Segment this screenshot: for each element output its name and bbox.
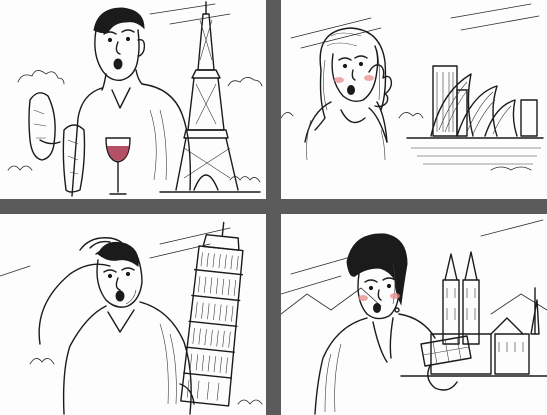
panel-sydney — [281, 0, 547, 199]
cloud — [227, 77, 263, 87]
woman-figure — [314, 233, 472, 415]
eiffel-tower — [159, 1, 261, 193]
panel-pisa — [0, 214, 266, 415]
wine-glass-icon — [105, 137, 131, 195]
baguette — [28, 92, 56, 161]
skyline — [432, 65, 538, 137]
woman-figure — [304, 27, 393, 161]
panel-paris — [0, 0, 266, 199]
hand — [368, 64, 393, 108]
man-figure — [38, 237, 195, 415]
sydney-illustration — [281, 3, 544, 171]
storyboard-grid — [0, 0, 547, 415]
sydney-opera-house — [406, 73, 544, 165]
man-figure — [28, 7, 191, 197]
mountains — [281, 287, 382, 315]
zurich-illustration — [281, 219, 547, 415]
cloud — [17, 70, 65, 85]
pisa-illustration — [0, 221, 263, 415]
panel-zurich — [281, 214, 547, 415]
paris-illustration — [7, 1, 263, 197]
